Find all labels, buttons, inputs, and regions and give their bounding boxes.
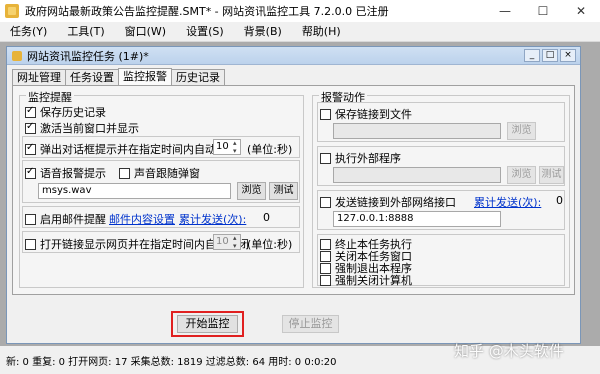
email-option[interactable]: 启用邮件提醒	[25, 211, 106, 227]
send-count: 0	[556, 194, 563, 207]
task-window-titlebar: 网站资讯监控任务 (1#)* _ □ ×	[7, 47, 580, 65]
open-link-checkbox[interactable]	[25, 238, 36, 250]
run-program-checkbox[interactable]	[320, 152, 331, 164]
voice-popup-option[interactable]: 声音跟随弹窗	[119, 165, 200, 181]
task-minimize-button[interactable]: _	[524, 49, 540, 62]
menu-help[interactable]: 帮助(H)	[292, 22, 351, 42]
sound-test-button[interactable]: 测试	[269, 182, 298, 200]
alert-group-title: 监控提醒	[26, 89, 74, 105]
tab-history[interactable]: 历史记录	[171, 69, 225, 85]
send-link-box: 发送链接到外部网络接口 累计发送(次): 0 127.0.0.1:8888	[317, 190, 565, 230]
tab-task-settings[interactable]: 任务设置	[65, 69, 119, 85]
send-link-label: 发送链接到外部网络接口	[335, 196, 456, 209]
popup-box: 弹出对话框提示并在指定时间内自动关闭 10 (单位:秒)	[22, 136, 300, 158]
save-history-label: 保存历史记录	[40, 106, 106, 119]
save-link-path-input[interactable]	[333, 123, 501, 139]
watermark: 知乎 @木头软件	[454, 342, 564, 360]
save-history-option[interactable]: 保存历史记录	[25, 104, 106, 120]
save-link-box: 保存链接到文件 浏览	[317, 102, 565, 142]
activate-main-option[interactable]: 激活当前窗口并显示	[25, 120, 139, 136]
open-link-box: 打开链接显示网页并在指定时间内自动关闭 10 (单位:秒)	[22, 231, 300, 253]
voice-popup-label: 声音跟随弹窗	[134, 167, 200, 180]
activate-main-checkbox[interactable]	[25, 121, 36, 134]
endpoint-input[interactable]: 127.0.0.1:8888	[333, 211, 501, 227]
menu-task[interactable]: 任务(Y)	[0, 22, 57, 42]
alert-group: 监控提醒 保存历史记录 激活当前窗口并显示 弹出对话框提示并在指定时间内自动关闭…	[19, 89, 304, 288]
task-window: 网站资讯监控任务 (1#)* _ □ × 网址管理 任务设置 监控报警 历史记录…	[6, 46, 581, 344]
task-window-title: 网站资讯监控任务 (1#)*	[27, 49, 149, 63]
activate-main-label: 激活当前窗口并显示	[40, 122, 139, 135]
start-monitor-button[interactable]: 开始监控	[177, 315, 238, 333]
voice-option[interactable]: 语音报警提示	[25, 165, 106, 181]
popup-label: 弹出对话框提示并在指定时间内自动关闭	[40, 143, 238, 156]
task-close-button[interactable]: ×	[560, 49, 576, 62]
title-bar: 政府网站最新政策公告监控提醒.SMT* - 网站资讯监控工具 7.2.0.0 已…	[0, 0, 600, 22]
popup-unit: (单位:秒)	[247, 143, 293, 156]
open-link-seconds-stepper[interactable]: 10	[213, 234, 241, 250]
save-history-checkbox[interactable]	[25, 105, 36, 118]
exit-actions-box: 终止本任务执行 关闭本任务窗口 强制退出本程序 强制关闭计算机	[317, 234, 565, 288]
run-program-option[interactable]: 执行外部程序	[320, 150, 401, 166]
mdi-workspace: 网站资讯监控任务 (1#)* _ □ × 网址管理 任务设置 监控报警 历史记录…	[0, 42, 600, 346]
voice-box: 语音报警提示 声音跟随弹窗 msys.wav 浏览 测试	[22, 160, 300, 203]
open-link-unit: (单位:秒)	[247, 238, 293, 251]
tab-monitor-alert[interactable]: 监控报警	[118, 68, 172, 85]
popup-checkbox[interactable]	[25, 142, 36, 155]
popup-seconds-stepper[interactable]: 10	[213, 139, 241, 155]
save-link-checkbox[interactable]	[320, 108, 331, 120]
email-label: 启用邮件提醒	[40, 213, 106, 226]
menu-window[interactable]: 窗口(W)	[115, 22, 176, 42]
send-link-option[interactable]: 发送链接到外部网络接口	[320, 194, 456, 210]
menu-background[interactable]: 背景(B)	[234, 22, 292, 42]
menu-settings[interactable]: 设置(S)	[176, 22, 234, 42]
voice-label: 语音报警提示	[40, 167, 106, 180]
run-program-test-button[interactable]: 测试	[539, 166, 564, 184]
minimize-button[interactable]: —	[492, 0, 518, 22]
task-icon	[12, 50, 22, 61]
send-link-checkbox[interactable]	[320, 196, 331, 208]
sound-file-input[interactable]: msys.wav	[38, 183, 231, 199]
popup-option[interactable]: 弹出对话框提示并在指定时间内自动关闭	[25, 141, 238, 157]
email-content-link[interactable]: 邮件内容设置	[109, 211, 175, 227]
status-text: 新: 0 重复: 0 打开网页: 17 采集总数: 1819 过滤总数: 64 …	[6, 356, 337, 368]
stop-monitor-button[interactable]: 停止监控	[282, 315, 339, 333]
email-checkbox[interactable]	[25, 213, 36, 225]
app-icon	[5, 4, 19, 18]
run-program-path-input[interactable]	[333, 167, 501, 183]
email-sent-count: 0	[263, 211, 270, 224]
run-program-label: 执行外部程序	[335, 152, 401, 165]
shutdown-checkbox[interactable]	[320, 274, 331, 286]
run-program-browse-button[interactable]: 浏览	[507, 166, 536, 184]
shutdown-option[interactable]: 强制关闭计算机	[320, 272, 412, 288]
alert-panel: 监控提醒 保存历史记录 激活当前窗口并显示 弹出对话框提示并在指定时间内自动关闭…	[12, 85, 575, 295]
tab-strip: 网址管理 任务设置 监控报警 历史记录	[12, 68, 225, 85]
save-link-label: 保存链接到文件	[335, 108, 412, 121]
menu-bar: 任务(Y) 工具(T) 窗口(W) 设置(S) 背景(B) 帮助(H)	[0, 22, 600, 42]
task-maximize-button[interactable]: □	[542, 49, 558, 62]
menu-tools[interactable]: 工具(T)	[57, 22, 114, 42]
save-link-browse-button[interactable]: 浏览	[507, 122, 536, 140]
voice-popup-checkbox[interactable]	[119, 167, 130, 179]
save-link-option[interactable]: 保存链接到文件	[320, 106, 412, 122]
sound-browse-button[interactable]: 浏览	[237, 182, 266, 200]
tab-url-management[interactable]: 网址管理	[12, 69, 66, 85]
actions-group: 报警动作 保存链接到文件 浏览 执行外部程序 浏览 测试 发送链接到外部网络接口…	[312, 89, 570, 288]
run-program-box: 执行外部程序 浏览 测试	[317, 146, 565, 186]
window-title: 政府网站最新政策公告监控提醒.SMT* - 网站资讯监控工具 7.2.0.0 已…	[25, 5, 389, 18]
close-button[interactable]: ✕	[568, 0, 594, 22]
send-count-link[interactable]: 累计发送(次):	[474, 194, 541, 210]
email-box: 启用邮件提醒 邮件内容设置 累计发送(次): 0	[22, 206, 300, 228]
maximize-button[interactable]: ☐	[530, 0, 556, 22]
shutdown-label: 强制关闭计算机	[335, 274, 412, 287]
email-sent-link[interactable]: 累计发送(次):	[179, 211, 246, 227]
voice-checkbox[interactable]	[25, 166, 36, 179]
